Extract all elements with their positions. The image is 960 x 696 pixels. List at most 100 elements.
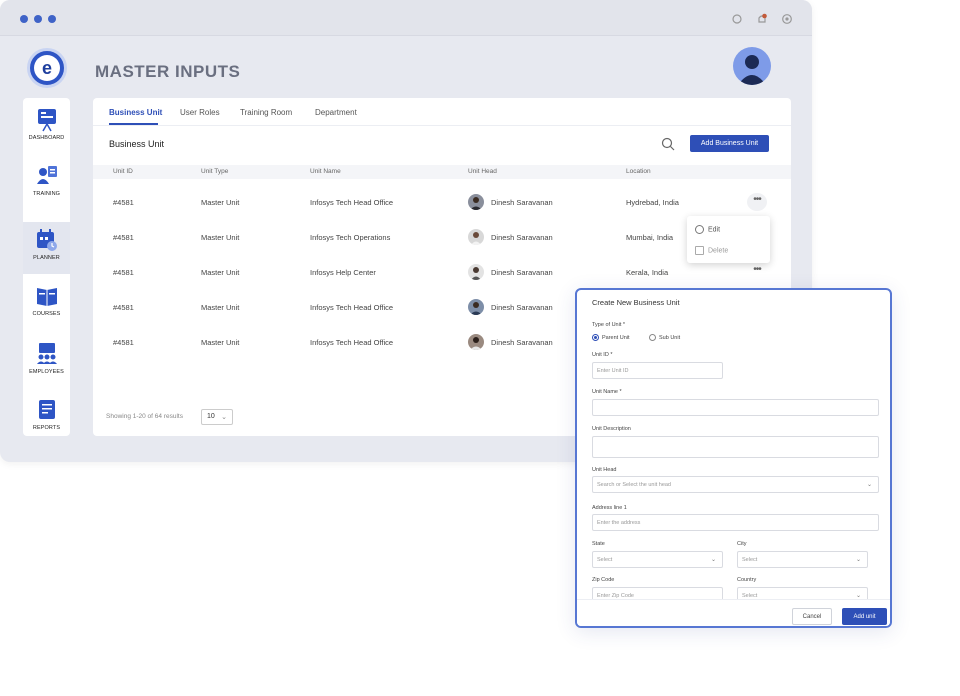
training-icon: [36, 166, 57, 184]
user-silhouette-icon: [738, 55, 766, 85]
sidebar-item-employees[interactable]: EMPLOYEES: [23, 336, 70, 388]
sidebar-item-planner[interactable]: PLANNER: [23, 222, 70, 274]
user-avatar[interactable]: [733, 47, 771, 85]
unit-name-cell: Infosys Tech Head Office: [310, 198, 394, 207]
unit-head-avatar: [468, 194, 484, 210]
sidebar-item-label: REPORTS: [32, 425, 61, 431]
unit-type-cell: Master Unit: [201, 198, 240, 207]
radio-label: Parent Unit: [602, 334, 630, 341]
edit-icon: [695, 225, 704, 234]
zip-code-label: Zip Code: [592, 577, 615, 583]
sidebar-item-dashboard[interactable]: DASHBOARD: [23, 102, 70, 154]
sidebar-item-label: DASHBOARD: [28, 135, 65, 141]
tab-department[interactable]: Department: [315, 108, 357, 117]
state-label: State: [592, 541, 605, 547]
chevron-down-icon: ⌄: [221, 414, 227, 421]
unit-description-label: Unit Description: [592, 426, 631, 432]
search-icon[interactable]: [660, 136, 676, 152]
modal-footer: Cancel Add unit: [577, 599, 890, 626]
unit-name-cell: Infosys Tech Head Office: [310, 338, 394, 347]
unit-head-cell: Dinesh Saravanan: [491, 198, 553, 207]
settings-icon[interactable]: [731, 13, 743, 25]
chevron-down-icon: ⌄: [866, 482, 872, 488]
trash-icon: [695, 246, 704, 255]
radio-unselected-icon: [649, 334, 656, 341]
modal-title: Create New Business Unit: [592, 298, 680, 307]
unit-type-cell: Master Unit: [201, 268, 240, 277]
sidebar-item-label: EMPLOYEES: [29, 369, 64, 375]
type-of-unit-label: Type of Unit *: [592, 322, 626, 328]
menu-item-label: Delete: [708, 247, 729, 255]
unit-name-label: Unit Name *: [592, 389, 622, 395]
unit-head-cell: Dinesh Saravanan: [491, 303, 553, 312]
unit-name-cell: Infosys Help Center: [310, 268, 376, 277]
column-header[interactable]: Unit Name: [310, 168, 341, 175]
unit-name-cell: Infosys Tech Head Office: [310, 303, 394, 312]
profile-settings-icon[interactable]: [781, 13, 793, 25]
radio-sub-unit[interactable]: Sub Unit: [649, 334, 680, 341]
location-cell: Kerala, India: [626, 268, 669, 277]
unit-id-field[interactable]: Enter Unit ID: [592, 362, 723, 379]
row-more-options-icon[interactable]: •••: [747, 263, 767, 281]
location-cell: Hydrebad, India: [626, 198, 679, 207]
reports-icon: [38, 400, 55, 419]
courses-icon: [36, 288, 57, 306]
window-dot-icon[interactable]: [20, 15, 28, 23]
unit-id-cell: #4581: [113, 233, 134, 242]
pagination-summary: Showing 1-20 of 64 results: [106, 413, 183, 420]
unit-head-select[interactable]: Search or Select the unit head ⌄: [592, 476, 879, 493]
sidebar-item-training[interactable]: TRAINING: [23, 158, 70, 210]
sidebar-item-label: TRAINING: [32, 191, 61, 197]
sidebar-item-label: PLANNER: [33, 255, 60, 261]
section-title: Business Unit: [109, 139, 165, 149]
chevron-down-icon: ⌄: [855, 557, 861, 563]
sidebar: DASHBOARD TRAINING PLANNER COURSES EMPLO…: [23, 98, 70, 436]
column-header[interactable]: Location: [626, 168, 651, 175]
chevron-down-icon: ⌄: [710, 557, 716, 563]
add-unit-button[interactable]: Add unit: [842, 608, 887, 625]
radio-parent-unit[interactable]: Parent Unit: [592, 334, 630, 341]
window-dot-icon[interactable]: [34, 15, 42, 23]
unit-head-cell: Dinesh Saravanan: [491, 233, 553, 242]
unit-head-label: Unit Head: [592, 467, 617, 473]
window-dot-icon[interactable]: [48, 15, 56, 23]
table-row[interactable]: #4581 Master Unit Infosys Tech Head Offi…: [93, 185, 791, 220]
employees-icon: [36, 343, 57, 364]
tab-user-roles[interactable]: User Roles: [180, 108, 220, 117]
page-size-value: 10: [207, 413, 215, 420]
unit-id-cell: #4581: [113, 268, 134, 277]
unit-description-field[interactable]: [592, 436, 879, 458]
unit-head-cell: Dinesh Saravanan: [491, 268, 553, 277]
column-header[interactable]: Unit Head: [468, 168, 497, 175]
row-more-options-icon[interactable]: •••: [747, 193, 767, 211]
radio-selected-icon: [592, 334, 599, 341]
notification-bell-icon[interactable]: [756, 13, 768, 25]
state-select[interactable]: Select ⌄: [592, 551, 723, 568]
city-placeholder: Select: [742, 557, 758, 563]
sidebar-item-label: COURSES: [32, 311, 61, 317]
address-label: Address line 1: [592, 505, 627, 511]
menu-item-edit[interactable]: Edit: [695, 225, 720, 234]
app-logo[interactable]: e: [27, 48, 67, 88]
column-header[interactable]: Unit Type: [201, 168, 228, 175]
city-select[interactable]: Select ⌄: [737, 551, 868, 568]
create-business-unit-modal: Create New Business Unit Type of Unit * …: [575, 288, 892, 628]
sidebar-item-courses[interactable]: COURSES: [23, 278, 70, 330]
column-header[interactable]: Unit ID: [113, 168, 133, 175]
dashboard-icon: [37, 109, 56, 132]
tab-training-room[interactable]: Training Room: [240, 108, 292, 117]
add-business-unit-button[interactable]: Add Business Unit: [690, 135, 769, 152]
unit-name-cell: Infosys Tech Operations: [310, 233, 391, 242]
menu-item-delete[interactable]: Delete: [695, 246, 728, 255]
address-field[interactable]: Enter the address: [592, 514, 879, 531]
tabs-divider: [93, 125, 791, 126]
tab-business-unit[interactable]: Business Unit: [109, 108, 162, 117]
sidebar-item-reports[interactable]: REPORTS: [23, 392, 70, 444]
cancel-button[interactable]: Cancel: [792, 608, 832, 625]
page-size-select[interactable]: 10 ⌄: [201, 409, 233, 425]
unit-head-placeholder: Search or Select the unit head: [597, 482, 671, 488]
unit-name-field[interactable]: [592, 399, 879, 416]
unit-id-cell: #4581: [113, 198, 134, 207]
state-placeholder: Select: [597, 557, 613, 563]
unit-type-cell: Master Unit: [201, 233, 240, 242]
